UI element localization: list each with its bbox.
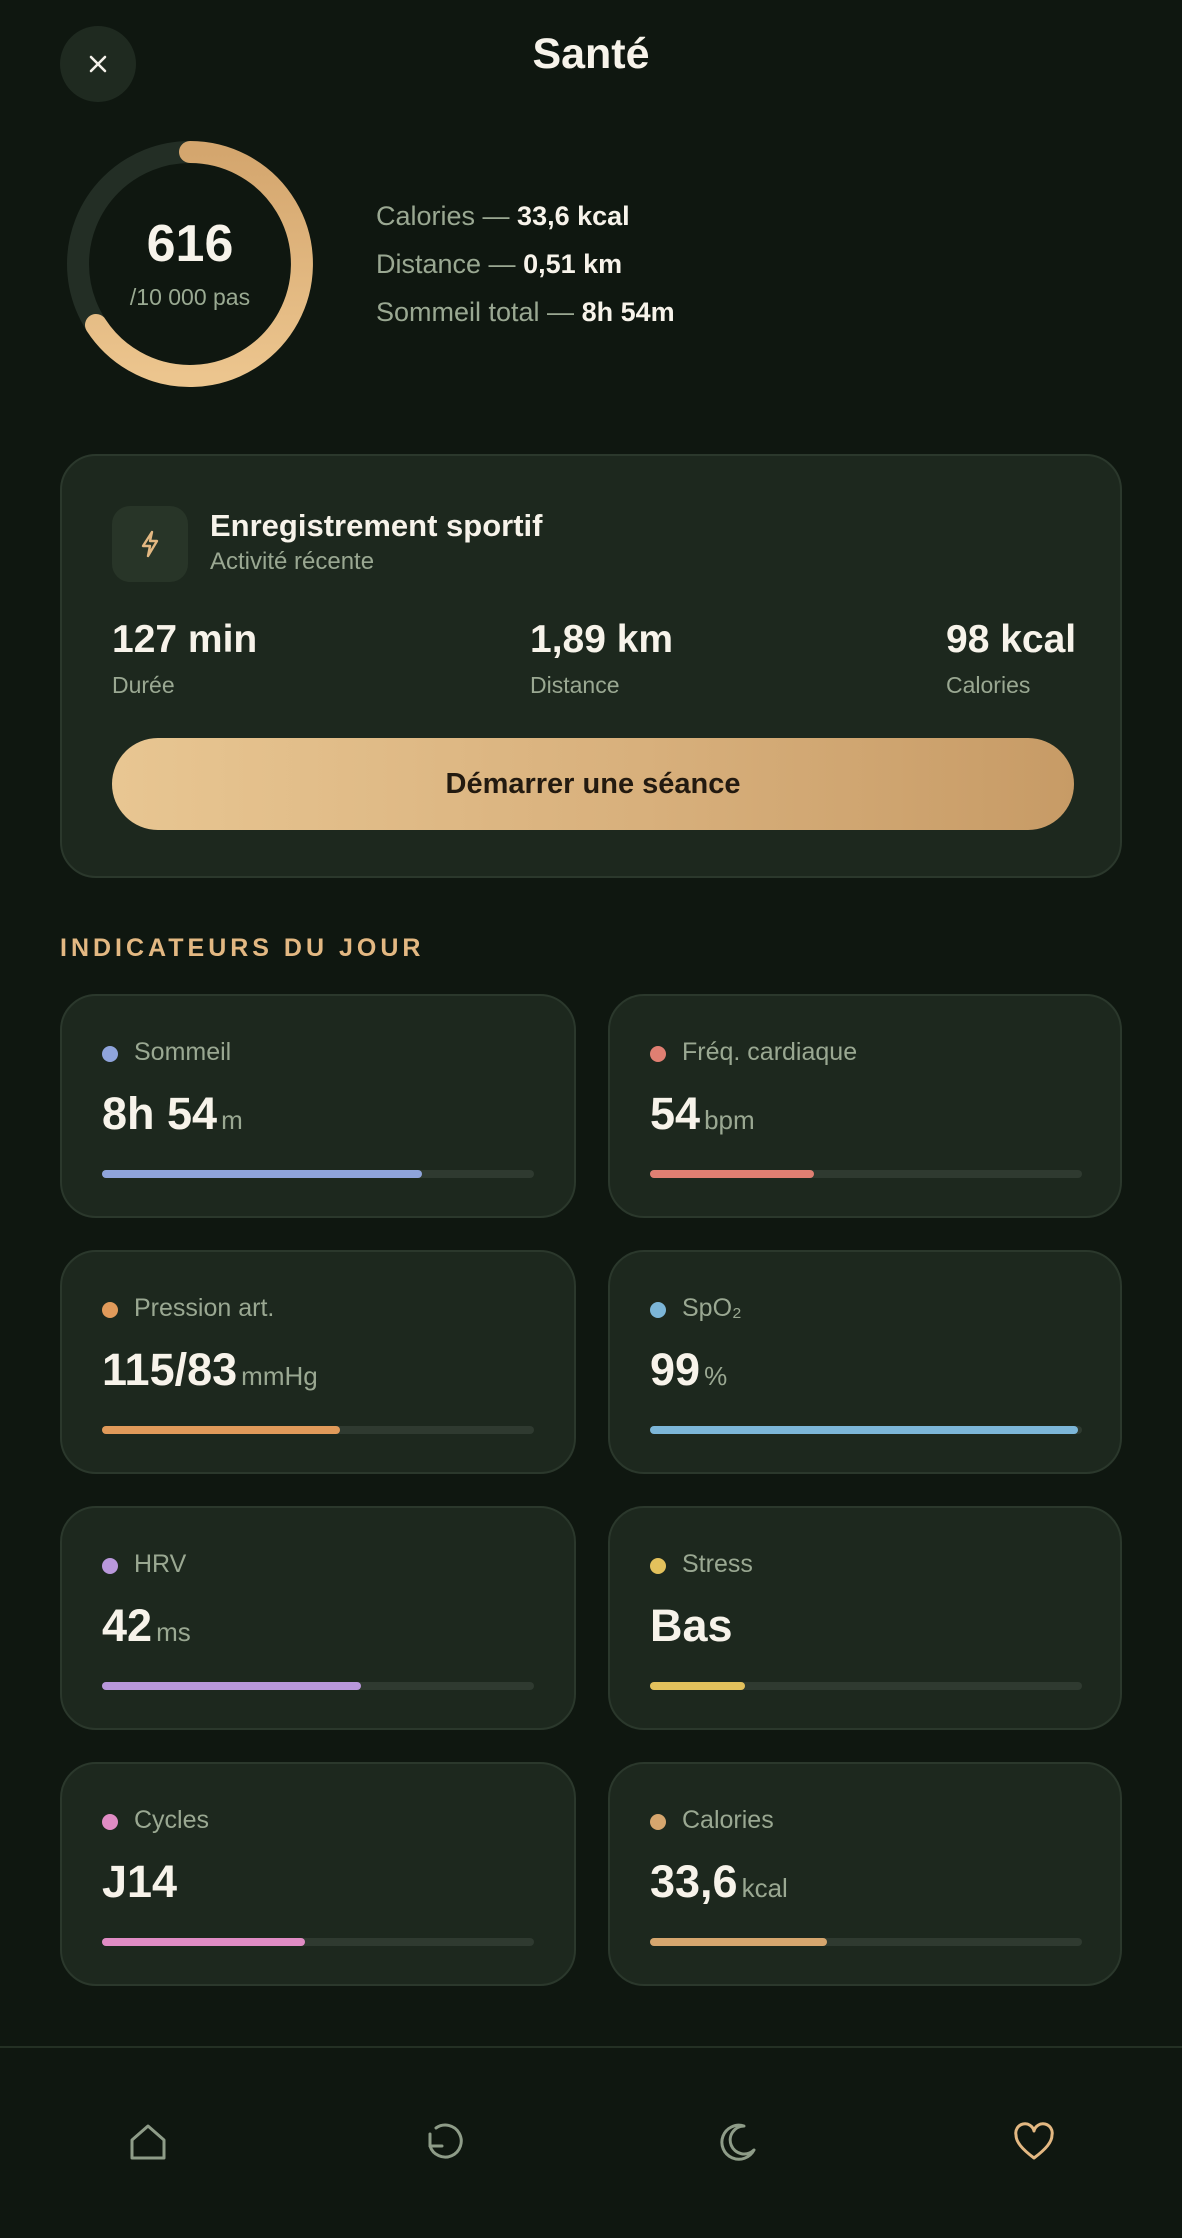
summary-label: Sommeil total — [376, 297, 582, 327]
metric-card-blood-pressure[interactable]: Pression art. 115/83 mmHg [60, 1250, 576, 1474]
summary-value: 8h 54m [581, 297, 675, 327]
metric-card-hrv[interactable]: HRV 42 ms [60, 1506, 576, 1730]
metric-card-sleep[interactable]: Sommeil 8h 54 m [60, 994, 576, 1218]
metric-label: Sommeil [134, 1038, 232, 1066]
page-title: Santé [532, 30, 650, 78]
workout-icon-tile [112, 506, 188, 582]
steps-count: 616 [146, 214, 234, 273]
stat-label: Calories [946, 672, 1031, 698]
workout-stat-calories: 98 kcal Calories [946, 618, 1076, 699]
workout-stat-distance: 1,89 km Distance [530, 618, 673, 699]
metric-progress-fill [650, 1682, 746, 1690]
summary-value: 33,6 kcal [517, 201, 630, 231]
workout-stat-duration: 127 min Durée [112, 618, 257, 699]
daily-summary: Calories — 33,6 kcal Distance — 0,51 km … [376, 196, 675, 340]
stat-value: 127 min [112, 618, 258, 661]
metric-label: SpO₂ [682, 1294, 742, 1322]
metric-label: Fréq. cardiaque [682, 1038, 858, 1066]
metric-progress-track [102, 1426, 534, 1434]
metric-progress-track [650, 1682, 1082, 1690]
metric-progress-track [102, 1938, 534, 1946]
summary-label: Calories — [376, 201, 518, 231]
metric-card-calories[interactable]: Calories 33,6 kcal [608, 1762, 1122, 1986]
metric-progress-fill [102, 1170, 422, 1178]
bottom-nav [0, 2046, 1182, 2238]
bolt-icon [141, 530, 159, 558]
metric-value: 99 [650, 1344, 701, 1395]
metric-progress-track [102, 1682, 534, 1690]
metric-progress-fill [102, 1938, 306, 1946]
metric-card-heart-rate[interactable]: Fréq. cardiaque 54 bpm [608, 994, 1122, 1218]
metric-progress-fill [102, 1426, 340, 1434]
metric-progress-fill [102, 1682, 362, 1690]
moon-icon [720, 2123, 756, 2161]
metric-dot [650, 1046, 666, 1062]
metric-dot [102, 1814, 118, 1830]
metric-value: Bas [650, 1600, 733, 1651]
metric-progress-track [102, 1170, 534, 1178]
indicators-section-title: INDICATEURS DU JOUR [60, 934, 425, 962]
metric-dot [650, 1558, 666, 1574]
metric-dot [650, 1814, 666, 1830]
metric-value: 115/83 [102, 1344, 238, 1395]
summary-sleep: Sommeil total — 8h 54m [376, 292, 675, 340]
start-session-button[interactable]: Démarrer une séance [112, 738, 1074, 830]
metric-label: Stress [682, 1550, 753, 1578]
metric-unit: % [704, 1361, 728, 1391]
metric-card-stress[interactable]: Stress Bas [608, 1506, 1122, 1730]
summary-distance: Distance — 0,51 km [376, 244, 675, 292]
stat-value: 1,89 km [530, 618, 674, 661]
history-icon [428, 2123, 463, 2159]
metric-unit: ms [156, 1617, 191, 1647]
summary-label: Distance — [376, 249, 524, 279]
stat-label: Distance [530, 672, 620, 698]
metric-label: Calories [682, 1806, 774, 1834]
metric-value: 54 [650, 1088, 701, 1139]
health-screen: Santé 616 /10 000 pas Calories — 33,6 kc… [0, 0, 1182, 2238]
metric-label: Cycles [134, 1806, 210, 1834]
summary-value: 0,51 km [523, 249, 623, 279]
metric-value: 8h 54 [102, 1088, 218, 1139]
workout-title: Enregistrement sportif [210, 508, 543, 543]
metric-dot [102, 1046, 118, 1062]
metric-card-cycles[interactable]: Cycles J14 [60, 1762, 576, 1986]
home-icon [130, 2124, 166, 2160]
metric-progress-fill [650, 1938, 828, 1946]
metric-dot [102, 1302, 118, 1318]
stat-label: Durée [112, 672, 175, 698]
heart-icon [1014, 2122, 1054, 2160]
steps-ring: 616 /10 000 pas [66, 140, 314, 388]
metric-progress-fill [650, 1170, 815, 1178]
metric-progress-track [650, 1938, 1082, 1946]
nav-home[interactable] [118, 2112, 178, 2172]
nav-health[interactable] [1004, 2112, 1064, 2172]
metric-label: HRV [134, 1550, 187, 1578]
metric-unit: mmHg [241, 1361, 318, 1391]
metric-dot [102, 1558, 118, 1574]
nav-history[interactable] [414, 2112, 474, 2172]
metric-unit: kcal [741, 1873, 788, 1903]
steps-goal: /10 000 pas [129, 283, 251, 310]
stat-value: 98 kcal [946, 618, 1077, 661]
metric-dot [650, 1302, 666, 1318]
metric-unit: bpm [704, 1105, 755, 1135]
metric-label: Pression art. [134, 1294, 275, 1322]
nav-sleep[interactable] [708, 2112, 768, 2172]
metric-unit: m [221, 1105, 243, 1135]
metric-card-spo2[interactable]: SpO₂ 99% [608, 1250, 1122, 1474]
metric-value: J14 [102, 1856, 178, 1907]
workout-subtitle: Activité récente [210, 548, 375, 575]
metric-value: 33,6 [650, 1856, 738, 1907]
metric-value: 42 [102, 1600, 153, 1651]
summary-calories: Calories — 33,6 kcal [376, 196, 675, 244]
metric-progress-track [650, 1426, 1082, 1434]
metric-progress-track [650, 1170, 1082, 1178]
workout-card: Enregistrement sportif Activité récente … [60, 454, 1122, 878]
metric-progress-fill [650, 1426, 1078, 1434]
